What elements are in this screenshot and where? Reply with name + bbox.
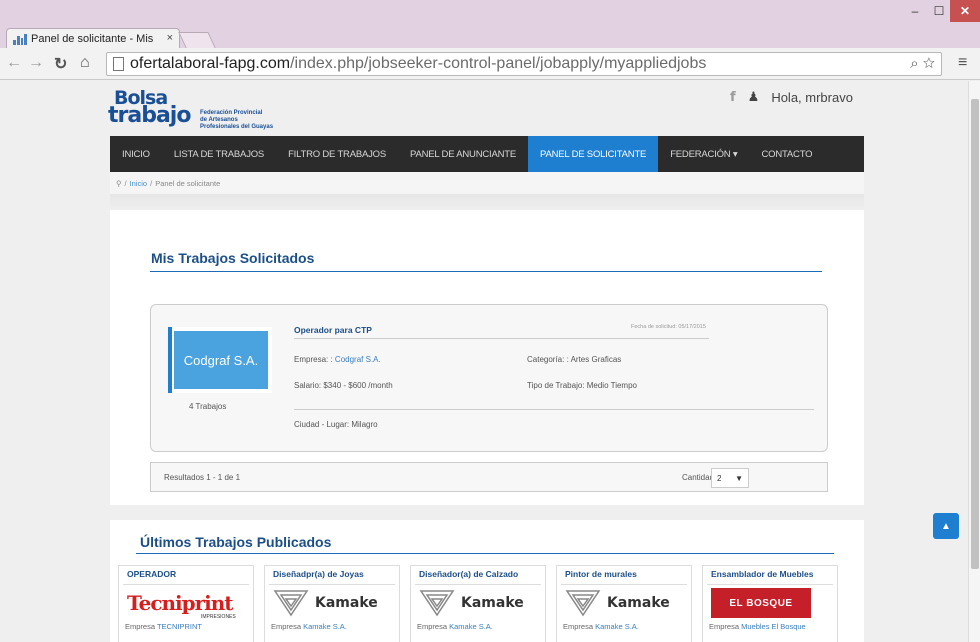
application-date: Fecha de solicitud: 05/17/2015	[631, 324, 706, 330]
tile-job-title[interactable]: Pintor de murales	[565, 569, 637, 579]
kamake-logo: Kamake	[565, 588, 685, 618]
zoom-bookmark-icons[interactable]: ⌕ ☆	[910, 55, 935, 72]
logo-federation-text: Federación Provincial de Artesanos Profe…	[200, 110, 274, 130]
latest-jobs-panel: Últimos Trabajos Publicados OPERADOR Tec…	[110, 520, 864, 642]
browser-menu-icon[interactable]: ≡	[958, 54, 967, 72]
divider	[415, 584, 541, 585]
divider	[294, 338, 709, 339]
latest-job-tile[interactable]: Ensamblador de Muebles EL BOSQUE Empresa…	[702, 565, 838, 642]
back-arrow-icon[interactable]: ←	[6, 54, 22, 72]
facebook-icon[interactable]: f	[730, 90, 736, 105]
tile-company: Empresa Kamake S.A.	[417, 622, 493, 631]
latest-job-tile[interactable]: OPERADOR Tecniprint IMPRESIONES Empresa …	[118, 565, 254, 642]
divider	[561, 584, 687, 585]
company-job-count: 4 Trabajos	[189, 402, 227, 411]
window-close-button[interactable]: ✕	[950, 0, 980, 22]
applied-jobs-title: Mis Trabajos Solicitados	[151, 250, 315, 266]
kamake-logo: Kamake	[273, 588, 393, 618]
browser-tab[interactable]: Panel de solicitante - Mis ×	[6, 28, 180, 48]
job-title-link[interactable]: Operador para CTP	[294, 325, 372, 335]
tile-company: Empresa Kamake S.A.	[271, 622, 347, 631]
kamake-triangle-icon	[565, 590, 601, 617]
address-bar[interactable]: ofertalaboral-fapg.com/index.php/jobseek…	[106, 52, 942, 76]
tecniprint-logo: Tecniprint IMPRESIONES	[127, 591, 236, 620]
site-logo[interactable]: Bolsa trabajo Federación Provincial de A…	[108, 87, 288, 130]
site-favicon-icon	[13, 33, 27, 45]
browser-titlebar: Panel de solicitante - Mis × – ☐ ✕	[0, 0, 980, 48]
new-tab-button[interactable]	[178, 32, 216, 48]
el-bosque-logo: EL BOSQUE	[711, 588, 831, 618]
latest-job-tile[interactable]: Diseñadpr(a) de Joyas Kamake Empresa Kam…	[264, 565, 400, 642]
scrollbar-thumb[interactable]	[971, 99, 979, 569]
main-navbar: INICIO LISTA DE TRABAJOS FILTRO DE TRABA…	[110, 136, 864, 172]
browser-toolbar: ← → ↻ ⌂ ofertalaboral-fapg.com/index.php…	[0, 48, 980, 80]
divider	[269, 584, 395, 585]
applied-jobs-panel: Mis Trabajos Solicitados Codgraf S.A. 4 …	[110, 210, 864, 505]
breadcrumb-home-link[interactable]: Inicio	[130, 179, 148, 188]
breadcrumb: ⚲ / Inicio / Panel de solicitante	[110, 172, 864, 194]
divider	[123, 584, 249, 585]
tile-company: Empresa Kamake S.A.	[563, 622, 639, 631]
nav-federacion-dropdown[interactable]: FEDERACIÓN ▾	[658, 136, 749, 172]
applied-job-card: Codgraf S.A. 4 Trabajos Operador para CT…	[150, 304, 828, 452]
nav-lista-de-trabajos[interactable]: LISTA DE TRABAJOS	[162, 136, 276, 172]
company-logo[interactable]: Codgraf S.A.	[168, 327, 272, 393]
forward-arrow-icon[interactable]: →	[28, 54, 44, 72]
nav-panel-de-anunciante[interactable]: PANEL DE ANUNCIANTE	[398, 136, 528, 172]
tile-job-title[interactable]: OPERADOR	[127, 569, 176, 579]
user-greeting[interactable]: Hola, mrbravo	[771, 90, 853, 105]
nav-contacto[interactable]: CONTACTO	[749, 136, 824, 172]
latest-job-tile[interactable]: Pintor de murales Kamake Empresa Kamake …	[556, 565, 692, 642]
breadcrumb-current: Panel de solicitante	[155, 178, 221, 188]
latest-job-tile[interactable]: Diseñador(a) de Calzado Kamake Empresa K…	[410, 565, 546, 642]
job-tipo: Tipo de Trabajo: Medio Tiempo	[527, 381, 637, 390]
job-categoria: Categoría: : Artes Graficas	[527, 355, 622, 364]
pagination-bar: Resultados 1 - 1 de 1 Cantidad - 2 ▼	[150, 462, 828, 492]
tile-job-title[interactable]: Diseñadpr(a) de Joyas	[273, 569, 364, 579]
reload-icon[interactable]: ↻	[54, 54, 67, 74]
title-underline	[136, 553, 834, 554]
tile-job-title[interactable]: Ensamblador de Muebles	[711, 569, 814, 579]
kamake-logo: Kamake	[419, 588, 539, 618]
tab-close-icon[interactable]: ×	[167, 32, 173, 44]
tile-job-title[interactable]: Diseñador(a) de Calzado	[419, 569, 518, 579]
location-pin-icon: ⚲	[116, 178, 122, 188]
divider	[110, 194, 864, 210]
job-salario: Salario: $340 - $600 /month	[294, 381, 393, 390]
nav-filtro-de-trabajos[interactable]: FILTRO DE TRABAJOS	[276, 136, 398, 172]
job-ciudad: Ciudad - Lugar: Milagro	[294, 420, 378, 429]
user-bar: f ♟ Hola, mrbravo	[730, 89, 853, 105]
title-underline	[150, 271, 822, 272]
page-viewport: Bolsa trabajo Federación Provincial de A…	[0, 81, 968, 642]
job-empresa: Empresa: : Codgraf S.A.	[294, 355, 381, 364]
nav-panel-de-solicitante[interactable]: PANEL DE SOLICITANTE	[528, 136, 659, 172]
cantidad-select[interactable]: 2 ▼	[711, 468, 749, 488]
page-icon	[113, 57, 124, 71]
results-count: Resultados 1 - 1 de 1	[164, 473, 241, 482]
page-scrollbar[interactable]	[968, 81, 980, 642]
logo-word-trabajo: trabajo	[108, 103, 191, 128]
url-domain: ofertalaboral-fapg.com	[130, 55, 291, 72]
home-icon[interactable]: ⌂	[80, 54, 90, 72]
kamake-triangle-icon	[273, 590, 309, 617]
kamake-triangle-icon	[419, 590, 455, 617]
url-path: /index.php/jobseeker-control-panel/jobap…	[290, 55, 707, 72]
user-icon: ♟	[747, 89, 760, 104]
chevron-down-icon: ▼	[735, 473, 743, 483]
scroll-to-top-button[interactable]: ▲	[933, 513, 959, 539]
latest-jobs-title: Últimos Trabajos Publicados	[140, 534, 332, 550]
tile-company: Empresa TECNIPRINT	[125, 622, 202, 631]
tile-company: Empresa Muebles El Bosque	[709, 622, 806, 631]
nav-inicio[interactable]: INICIO	[110, 136, 162, 172]
tab-title: Panel de solicitante - Mis	[31, 32, 154, 45]
divider	[294, 409, 814, 410]
divider	[707, 584, 833, 585]
company-link[interactable]: Codgraf S.A.	[335, 355, 381, 364]
